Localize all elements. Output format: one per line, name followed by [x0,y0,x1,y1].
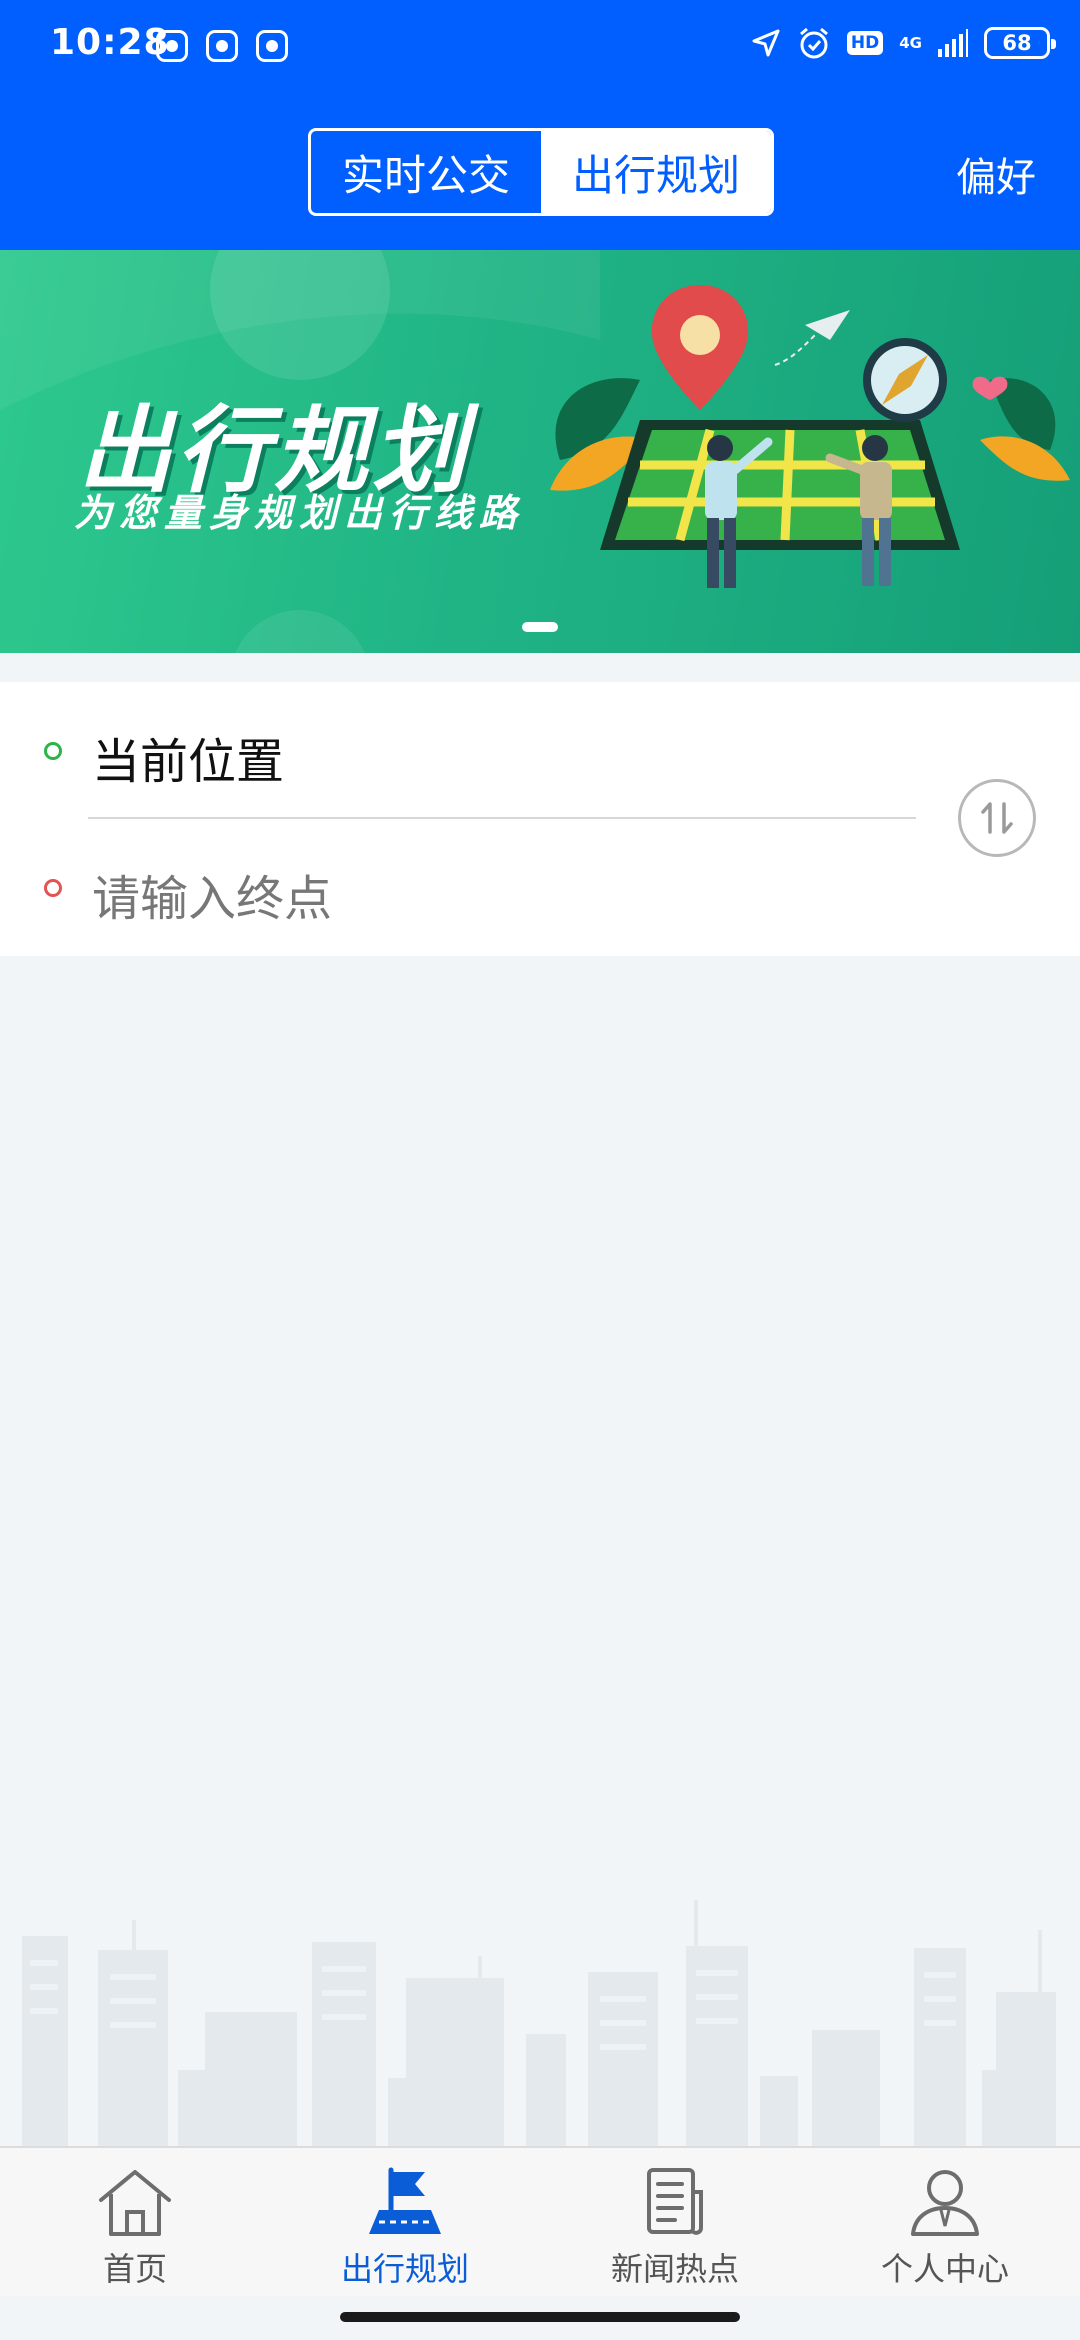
notification-icons [156,30,288,62]
hd-badge: HD [846,31,884,55]
top-app-bar: 10:28 HD 4G 68 实时公交 出行规划 偏好 [0,0,1080,250]
promo-banner[interactable]: 出行规划 为您量身规划出行线路 [0,250,1080,653]
alarm-icon [799,27,828,59]
tab-news-label: 新闻热点 [610,2250,739,2288]
status-bar: 10:28 HD 4G 68 [0,0,1080,96]
destination-placeholder: 请输入终点 [92,871,333,927]
tab-realtime-bus[interactable]: 实时公交 [311,131,541,213]
home-icon [99,2170,171,2236]
flag-icon [369,2167,441,2234]
tab-trip-planning[interactable]: 出行规划 [541,131,771,213]
swap-arrows-icon [981,802,1013,834]
preferences-button[interactable]: 偏好 [956,145,1036,203]
system-icons: HD 4G 68 [751,26,1056,60]
user-icon [911,2170,979,2236]
bus-notification-icon [206,30,238,62]
network-type: 4G [899,33,922,52]
app-notification-icon [156,30,188,62]
battery-level: 68 [1002,31,1032,55]
map-illustration [550,285,1070,588]
bottom-navigation: 首页 出行规划 新闻热点 个人中心 [0,2146,1080,2296]
signal-icon [938,29,968,57]
start-point-dot-icon [44,742,62,760]
tab-news[interactable]: 新闻热点 [540,2148,810,2296]
tab-trip-plan[interactable]: 出行规划 [270,2148,540,2296]
swap-route-button[interactable] [958,779,1036,857]
battery-icon: 68 [984,27,1056,59]
city-skyline-decoration [22,1900,1056,2146]
status-time: 10:28 [50,22,170,63]
destination-field[interactable]: 请输入终点 [0,819,920,956]
start-point-value: 当前位置 [92,734,285,790]
photo-notification-icon [256,30,288,62]
destination-dot-icon [44,879,62,897]
home-indicator[interactable] [340,2312,740,2322]
start-point-field[interactable]: 当前位置 [0,682,920,819]
news-icon [647,2168,703,2235]
tab-profile-label: 个人中心 [880,2250,1009,2288]
mode-segmented-control: 实时公交 出行规划 [308,128,774,216]
banner-page-indicator [522,622,558,632]
tab-home[interactable]: 首页 [0,2148,270,2296]
route-input-card: 当前位置 请输入终点 [0,682,1080,956]
banner-subtitle: 为您量身规划出行线路 [74,491,525,535]
tab-home-label: 首页 [102,2250,167,2288]
tab-trip-plan-label: 出行规划 [340,2250,469,2288]
tab-profile[interactable]: 个人中心 [810,2148,1080,2296]
location-icon [752,29,780,57]
